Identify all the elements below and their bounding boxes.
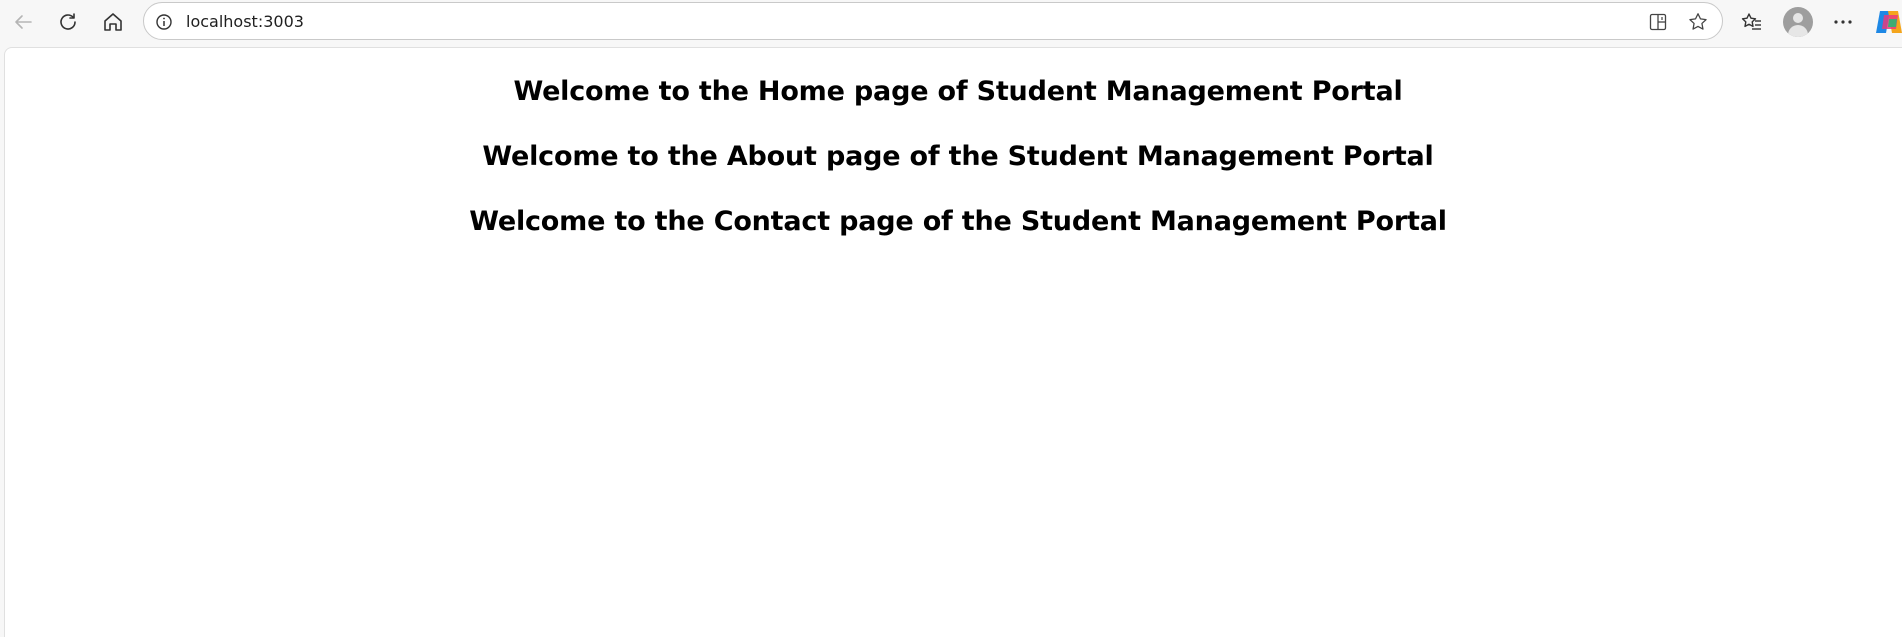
about-heading: Welcome to the About page of the Student… bbox=[482, 141, 1434, 172]
home-icon bbox=[104, 13, 122, 31]
back-button[interactable] bbox=[6, 5, 40, 39]
refresh-icon bbox=[60, 13, 76, 30]
copilot-button[interactable] bbox=[1874, 7, 1902, 37]
avatar-head bbox=[1793, 13, 1803, 23]
copilot-icon bbox=[1876, 11, 1902, 33]
refresh-button[interactable] bbox=[51, 5, 85, 39]
favorite-button[interactable] bbox=[1683, 7, 1713, 37]
address-bar[interactable]: localhost:3003 bbox=[143, 2, 1723, 40]
home-heading: Welcome to the Home page of Student Mana… bbox=[513, 76, 1403, 107]
split-screen-button[interactable] bbox=[1643, 7, 1673, 37]
site-info-button[interactable] bbox=[154, 12, 174, 32]
favorites-button[interactable] bbox=[1735, 5, 1769, 39]
profile-avatar[interactable] bbox=[1783, 7, 1813, 37]
contact-heading: Welcome to the Contact page of the Stude… bbox=[469, 206, 1447, 237]
back-arrow-icon bbox=[15, 15, 32, 29]
more-icon bbox=[1834, 20, 1852, 24]
more-menu-button[interactable] bbox=[1826, 5, 1860, 39]
favorites-icon bbox=[1741, 13, 1761, 30]
url-text[interactable]: localhost:3003 bbox=[186, 12, 304, 32]
info-icon bbox=[156, 14, 172, 30]
split-screen-icon bbox=[1649, 13, 1667, 31]
home-button[interactable] bbox=[96, 5, 130, 39]
star-icon bbox=[1689, 13, 1707, 30]
browser-toolbar: localhost:3003 bbox=[0, 0, 1902, 44]
page-viewport: Welcome to the Home page of Student Mana… bbox=[4, 47, 1902, 637]
avatar-body bbox=[1788, 25, 1808, 37]
